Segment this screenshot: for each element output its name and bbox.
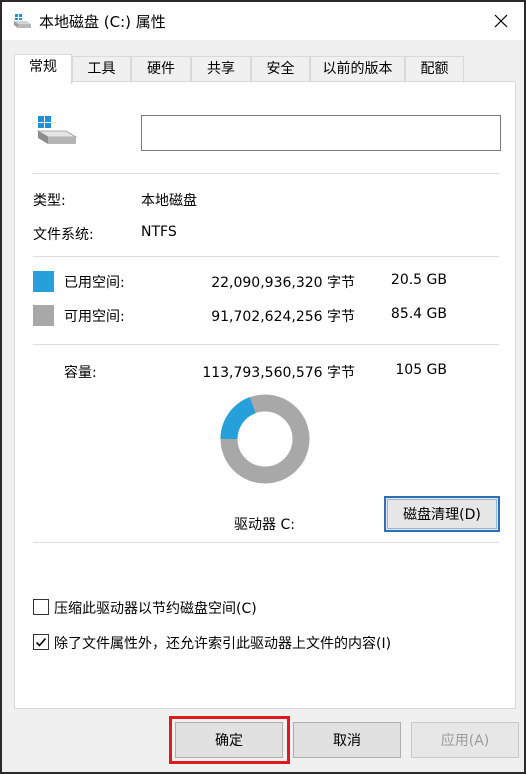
- tab-previous-versions[interactable]: 以前的版本: [310, 56, 405, 82]
- disk-usage-donut: [220, 394, 310, 484]
- compress-checkbox[interactable]: [33, 599, 49, 615]
- divider: [33, 344, 499, 345]
- index-contents-option[interactable]: 除了文件属性外，还允许索引此驱动器上文件的内容(I): [33, 633, 433, 653]
- free-space-swatch: [33, 305, 54, 326]
- tab-tools[interactable]: 工具: [72, 56, 131, 82]
- apply-button[interactable]: 应用(A): [411, 722, 519, 758]
- tab-quota[interactable]: 配额: [405, 56, 464, 82]
- free-space-size: 85.4 GB: [390, 306, 447, 322]
- close-icon: [494, 14, 508, 28]
- disk-cleanup-button[interactable]: 磁盘清理(D): [384, 496, 500, 532]
- cancel-button[interactable]: 取消: [293, 722, 401, 758]
- general-panel: 类型: 本地磁盘 文件系统: NTFS 已用空间: 22,090,936,320…: [14, 81, 516, 709]
- used-space-bytes: 22,090,936,320 字节: [211, 275, 355, 291]
- tab-strip: 常规 工具 硬件 共享 安全 以前的版本 配额: [14, 54, 514, 84]
- divider: [33, 256, 499, 257]
- close-button[interactable]: [478, 2, 524, 40]
- ok-button[interactable]: 确定: [175, 722, 283, 758]
- filesystem-label: 文件系统:: [33, 227, 94, 243]
- index-label: 除了文件属性外，还允许索引此驱动器上文件的内容(I): [54, 636, 392, 652]
- tab-sharing[interactable]: 共享: [191, 56, 251, 82]
- used-space-size: 20.5 GB: [390, 272, 447, 288]
- free-space-bytes: 91,702,624,256 字节: [211, 309, 355, 325]
- window-title: 本地磁盘 (C:) 属性: [39, 13, 166, 31]
- drive-name-input[interactable]: [141, 115, 501, 151]
- checkmark-icon: [35, 637, 47, 647]
- compress-label: 压缩此驱动器以节约磁盘空间(C): [54, 601, 257, 617]
- capacity-bytes: 113,793,560,576 字节: [202, 365, 355, 381]
- compress-drive-option[interactable]: 压缩此驱动器以节约磁盘空间(C): [33, 598, 293, 618]
- divider: [33, 173, 499, 174]
- tab-general[interactable]: 常规: [14, 54, 72, 84]
- drive-icon: [36, 116, 78, 144]
- title-bar: 本地磁盘 (C:) 属性: [2, 2, 524, 40]
- drive-label: 驱动器 C:: [234, 517, 295, 533]
- tab-hardware[interactable]: 硬件: [131, 56, 191, 82]
- type-label: 类型:: [33, 193, 66, 209]
- free-space-label: 可用空间:: [64, 309, 125, 325]
- filesystem-value: NTFS: [141, 224, 177, 240]
- tab-security[interactable]: 安全: [251, 56, 310, 82]
- properties-window: 本地磁盘 (C:) 属性 常规 工具 硬件 共享 安全 以前的版本 配额 类型:…: [0, 0, 526, 774]
- used-space-swatch: [33, 271, 54, 292]
- type-value: 本地磁盘: [141, 193, 197, 209]
- divider: [33, 542, 499, 543]
- used-space-label: 已用空间:: [64, 275, 125, 291]
- drive-title-icon: [14, 14, 31, 28]
- index-checkbox[interactable]: [33, 634, 49, 650]
- capacity-size: 105 GB: [395, 362, 447, 378]
- capacity-label: 容量:: [64, 365, 97, 381]
